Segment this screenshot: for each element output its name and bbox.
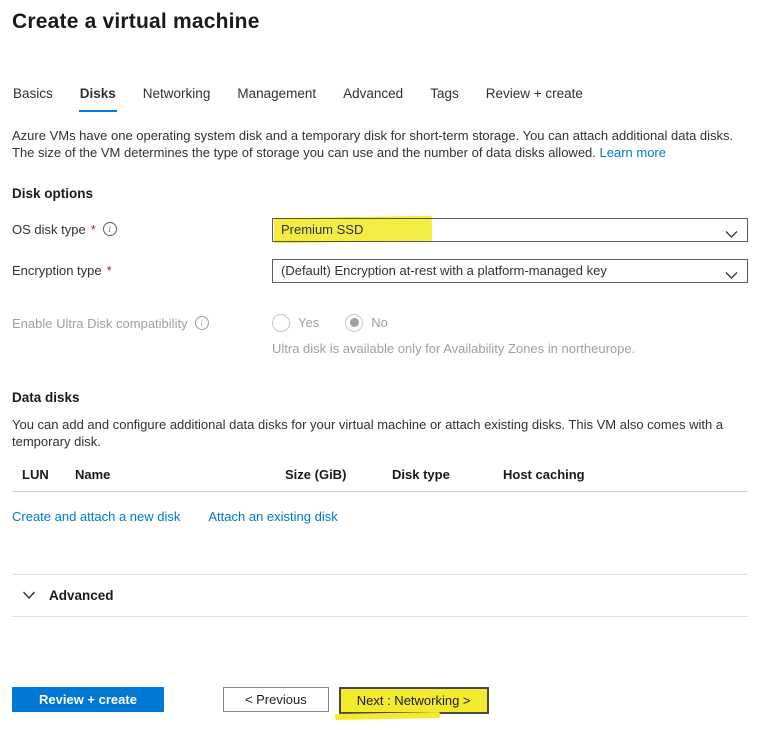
tab-management[interactable]: Management [236, 84, 317, 112]
encryption-type-row: Encryption type * (Default) Encryption a… [12, 259, 748, 283]
ultra-disk-label-group: Enable Ultra Disk compatibility i [12, 312, 272, 331]
encryption-type-label: Encryption type [12, 263, 102, 278]
os-disk-type-label: OS disk type [12, 222, 86, 237]
learn-more-link[interactable]: Learn more [600, 145, 666, 160]
review-create-button[interactable]: Review + create [12, 687, 164, 712]
wizard-tabs: Basics Disks Networking Management Advan… [12, 84, 748, 112]
radio-label-no: No [371, 315, 388, 330]
create-attach-new-disk-link[interactable]: Create and attach a new disk [12, 509, 180, 524]
attach-existing-disk-link[interactable]: Attach an existing disk [208, 509, 337, 524]
tab-tags[interactable]: Tags [429, 84, 460, 112]
radio-checked-icon[interactable] [345, 314, 363, 332]
chevron-down-icon [725, 227, 738, 242]
disk-options-heading: Disk options [12, 186, 748, 201]
column-header-host-caching: Host caching [503, 467, 748, 482]
encryption-type-dropdown[interactable]: (Default) Encryption at-rest with a plat… [272, 259, 748, 283]
required-asterisk: * [91, 222, 96, 237]
data-disks-description: You can add and configure additional dat… [12, 417, 748, 451]
page-title: Create a virtual machine [12, 10, 748, 34]
wizard-footer: Review + create < Previous Next : Networ… [12, 687, 489, 714]
data-disks-table-header: LUN Name Size (GiB) Disk type Host cachi… [12, 467, 748, 492]
os-disk-type-label-group: OS disk type * i [12, 218, 272, 237]
tab-advanced[interactable]: Advanced [342, 84, 404, 112]
column-header-size: Size (GiB) [285, 467, 392, 482]
ultra-disk-radio-group: Yes No [272, 312, 748, 332]
radio-label-yes: Yes [298, 315, 319, 330]
ultra-disk-control: Yes No Ultra disk is available only for … [272, 312, 748, 356]
column-header-disk-type: Disk type [392, 467, 503, 482]
next-networking-button[interactable]: Next : Networking > [339, 687, 489, 714]
create-vm-page: Create a virtual machine Basics Disks Ne… [0, 10, 763, 617]
column-header-lun: LUN [22, 467, 75, 482]
advanced-accordion: Advanced [12, 574, 748, 617]
advanced-accordion-toggle[interactable]: Advanced [12, 575, 748, 616]
os-disk-type-dropdown[interactable]: Premium SSD [272, 218, 748, 242]
ultra-disk-row: Enable Ultra Disk compatibility i Yes No… [12, 312, 748, 356]
data-disks-heading: Data disks [12, 390, 748, 405]
radio-unchecked-icon[interactable] [272, 314, 290, 332]
encryption-type-label-group: Encryption type * [12, 259, 272, 278]
chevron-down-icon [22, 588, 36, 603]
encryption-type-control: (Default) Encryption at-rest with a plat… [272, 259, 748, 283]
previous-button[interactable]: < Previous [223, 687, 329, 712]
column-header-name: Name [75, 467, 285, 482]
encryption-type-value: (Default) Encryption at-rest with a plat… [281, 263, 607, 278]
required-asterisk: * [107, 263, 112, 278]
tab-review-create[interactable]: Review + create [485, 84, 584, 112]
advanced-accordion-label: Advanced [49, 588, 114, 603]
ultra-disk-option-no[interactable]: No [345, 314, 388, 332]
ultra-disk-option-yes[interactable]: Yes [272, 314, 319, 332]
tab-basics[interactable]: Basics [12, 84, 54, 112]
info-icon[interactable]: i [103, 222, 117, 236]
tab-disks[interactable]: Disks [79, 84, 117, 112]
os-disk-type-value: Premium SSD [281, 222, 363, 237]
os-disk-type-control: Premium SSD [272, 218, 748, 242]
ultra-disk-helper-text: Ultra disk is available only for Availab… [272, 341, 748, 356]
disks-intro-text: Azure VMs have one operating system disk… [12, 128, 748, 162]
tab-networking[interactable]: Networking [142, 84, 212, 112]
info-icon[interactable]: i [195, 316, 209, 330]
ultra-disk-label: Enable Ultra Disk compatibility [12, 316, 188, 331]
data-disks-links: Create and attach a new disk Attach an e… [12, 509, 748, 524]
chevron-down-icon [725, 268, 738, 283]
os-disk-type-row: OS disk type * i Premium SSD [12, 218, 748, 242]
